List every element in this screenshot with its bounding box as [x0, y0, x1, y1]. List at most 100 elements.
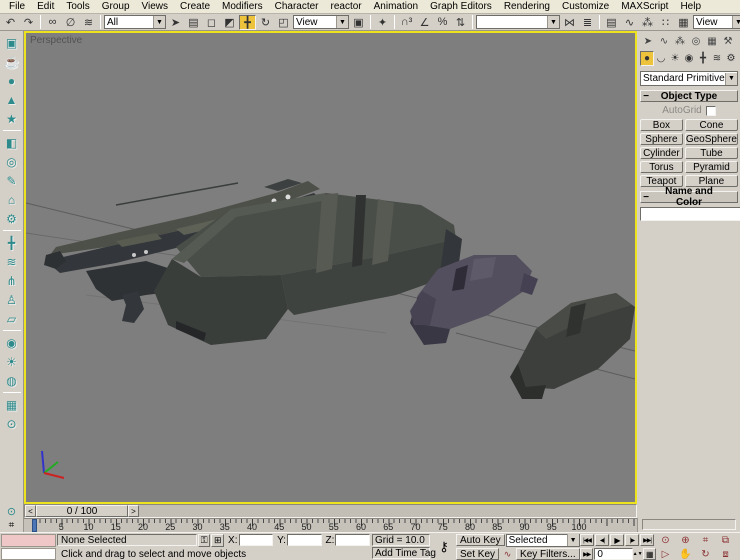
- align-button[interactable]: ≣: [579, 15, 596, 30]
- curve-editor-button[interactable]: ∿: [621, 15, 638, 30]
- sphere-button[interactable]: Sphere: [640, 133, 683, 145]
- listener-macro-line[interactable]: [1, 534, 56, 547]
- unlink-selection-button[interactable]: ∅: [62, 15, 79, 30]
- geometry-category-dropdown[interactable]: Standard Primitives ▼: [640, 71, 738, 86]
- geosphere-button[interactable]: GeoSphere: [685, 133, 738, 145]
- menu-modifiers[interactable]: Modifiers: [216, 0, 269, 13]
- layer-manager-button[interactable]: ▤: [603, 15, 620, 30]
- rectangular-selection-region-button[interactable]: ◻: [203, 15, 220, 30]
- star-icon[interactable]: ★: [2, 109, 22, 128]
- window-crossing-toggle-button[interactable]: ◩: [221, 15, 238, 30]
- pyramid-button[interactable]: Pyramid: [685, 161, 738, 173]
- spline-icon[interactable]: ✎: [2, 171, 22, 190]
- menu-help[interactable]: Help: [674, 0, 707, 13]
- menu-animation[interactable]: Animation: [368, 0, 424, 13]
- menu-character[interactable]: Character: [269, 0, 325, 13]
- go-to-start-button[interactable]: |◀◀: [580, 534, 594, 546]
- snaps-toggle-button[interactable]: ∩³: [398, 15, 415, 30]
- menu-create[interactable]: Create: [174, 0, 216, 13]
- x-coordinate-field[interactable]: [239, 534, 274, 546]
- zoom-region-icon[interactable]: ⊙: [0, 504, 24, 518]
- biped-icon[interactable]: ♙: [2, 290, 22, 309]
- bones-icon[interactable]: ⋔: [2, 271, 22, 290]
- camera-icon[interactable]: ◉: [2, 333, 22, 352]
- autogrid-checkbox[interactable]: [706, 106, 716, 116]
- set-key-mode-icon[interactable]: ⚷: [432, 533, 456, 560]
- zoom-icon[interactable]: ⊙: [2, 414, 22, 433]
- menu-views[interactable]: Views: [136, 0, 175, 13]
- set-key-button[interactable]: Set Key: [456, 548, 499, 560]
- field-of-view-icon[interactable]: ▷: [656, 548, 675, 560]
- y-coordinate-field[interactable]: [287, 534, 322, 546]
- open-mini-curve-editor-button[interactable]: ⌗: [0, 518, 24, 532]
- select-and-move-button[interactable]: ╋: [239, 15, 256, 30]
- display-icon[interactable]: ▦: [2, 395, 22, 414]
- reference-coordinate-system-dropdown[interactable]: View▼: [293, 15, 349, 29]
- undo-button[interactable]: ↶: [2, 15, 19, 30]
- menu-group[interactable]: Group: [96, 0, 136, 13]
- cone-button[interactable]: Cone: [685, 119, 738, 131]
- next-frame-arrow[interactable]: >: [128, 505, 139, 517]
- sheet-icon[interactable]: ▱: [2, 309, 22, 328]
- utilities-tab[interactable]: ⚒: [720, 33, 736, 49]
- spinner-snap-toggle-button[interactable]: ⇅: [452, 15, 469, 30]
- name-and-color-rollout[interactable]: − Name and Color: [640, 191, 738, 203]
- maxscript-mini-listener[interactable]: [0, 533, 57, 560]
- time-slider-handle[interactable]: 0 / 100: [36, 505, 128, 517]
- track-bar-ruler[interactable]: 5101520253035404550556065707580859095100: [24, 518, 637, 532]
- systems-category-icon[interactable]: ⚙: [724, 51, 738, 66]
- polygon-icon[interactable]: ⌂: [2, 190, 22, 209]
- schematic-view-button[interactable]: ⁂: [639, 15, 656, 30]
- arc-rotate-icon[interactable]: ↻: [696, 548, 715, 560]
- absolute-mode-icon[interactable]: ⊞: [211, 534, 224, 547]
- modify-tab[interactable]: ∿: [656, 33, 672, 49]
- auto-key-button[interactable]: Auto Key: [456, 534, 505, 546]
- z-coordinate-field[interactable]: [335, 534, 370, 546]
- display-tab[interactable]: ▦: [704, 33, 720, 49]
- menu-tools[interactable]: Tools: [60, 0, 95, 13]
- select-and-manipulate-button[interactable]: ✦: [374, 15, 391, 30]
- use-pivot-point-center-button[interactable]: ▣: [350, 15, 367, 30]
- box-icon[interactable]: ▣: [2, 33, 22, 52]
- space-warps-category-icon[interactable]: ≋: [710, 51, 724, 66]
- key-curve-icon[interactable]: ∿: [500, 548, 515, 560]
- previous-frame-button[interactable]: ◀|: [595, 534, 609, 546]
- select-and-link-button[interactable]: ∞: [44, 15, 61, 30]
- listener-input-line[interactable]: [1, 548, 56, 560]
- geometry-category-icon[interactable]: ●: [640, 51, 654, 66]
- previous-frame-arrow[interactable]: <: [25, 505, 36, 517]
- shapes-category-icon[interactable]: ◡: [654, 51, 668, 66]
- frame-spinner[interactable]: ▲▼: [634, 548, 642, 560]
- key-mode-toggle-button[interactable]: ▶▶: [580, 548, 593, 560]
- tube-button[interactable]: Tube: [685, 147, 738, 159]
- menu-rendering[interactable]: Rendering: [498, 0, 556, 13]
- motion-tab[interactable]: ◎: [688, 33, 704, 49]
- select-and-scale-button[interactable]: ◰: [275, 15, 292, 30]
- key-filters-button[interactable]: Key Filters...: [516, 548, 580, 560]
- light-icon[interactable]: ☀: [2, 352, 22, 371]
- current-frame-field[interactable]: 0: [594, 548, 632, 560]
- create-tab[interactable]: ➤: [640, 33, 656, 49]
- zoom-extents-all-icon[interactable]: ⧉: [716, 534, 735, 547]
- lights-category-icon[interactable]: ☀: [668, 51, 682, 66]
- helpers-category-icon[interactable]: ╋: [696, 51, 710, 66]
- zoom-icon[interactable]: ⊙: [656, 534, 675, 547]
- gear-icon[interactable]: ⚙: [2, 209, 22, 228]
- select-object-button[interactable]: ➤: [167, 15, 184, 30]
- helper-icon[interactable]: ╋: [2, 233, 22, 252]
- selection-filter-dropdown[interactable]: All▼: [104, 15, 166, 29]
- named-selection-sets-dropdown[interactable]: ▼: [476, 15, 560, 29]
- next-frame-button[interactable]: |▶: [625, 534, 639, 546]
- render-type-dropdown[interactable]: View▼: [693, 15, 740, 29]
- menu-customize[interactable]: Customize: [556, 0, 615, 13]
- select-and-rotate-button[interactable]: ↻: [257, 15, 274, 30]
- zoom-extents-icon[interactable]: ⌗: [696, 534, 715, 547]
- select-by-name-button[interactable]: ▤: [185, 15, 202, 30]
- go-to-end-button[interactable]: ▶▶|: [640, 534, 654, 546]
- pan-hand-icon[interactable]: ✋: [676, 548, 695, 560]
- torus-button[interactable]: Torus: [640, 161, 683, 173]
- current-frame-marker[interactable]: [32, 519, 37, 532]
- cylinder-button[interactable]: Cylinder: [640, 147, 683, 159]
- angle-snap-toggle-button[interactable]: ∠: [416, 15, 433, 30]
- object-name-field[interactable]: [640, 207, 740, 221]
